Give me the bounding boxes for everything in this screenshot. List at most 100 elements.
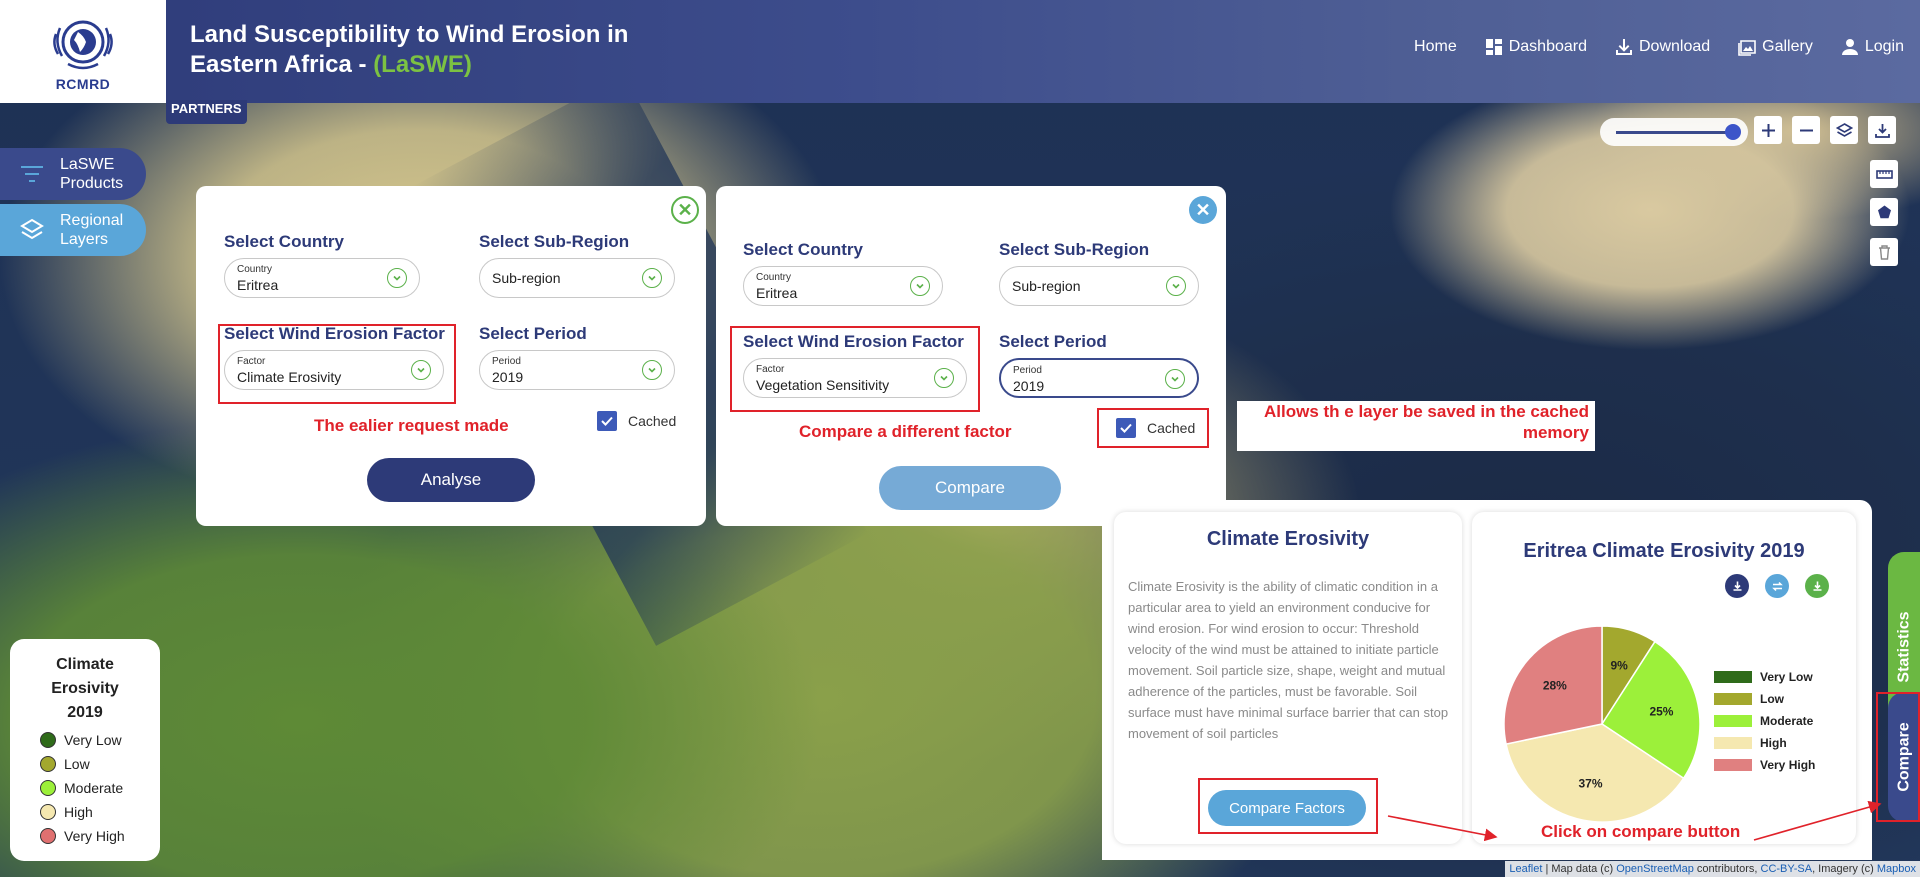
close-icon: ✕ [677, 200, 693, 220]
ruler-icon [1875, 169, 1893, 179]
osm-link[interactable]: OpenStreetMap [1616, 863, 1694, 875]
annotation-cached-line2: memory [1522, 423, 1589, 442]
chart-legend-label: Very Low [1760, 670, 1813, 684]
chevron-down-icon [910, 276, 930, 296]
attribution-map-data: | Map data (c) [1542, 863, 1617, 875]
layer-switch-button[interactable] [1830, 116, 1858, 144]
close-compare-panel-button[interactable]: ✕ [1189, 196, 1217, 224]
draw-polygon-button[interactable] [1870, 198, 1898, 226]
legend-title-line3: 2019 [67, 704, 103, 721]
country-value: Eritrea [237, 277, 279, 293]
period-select[interactable]: Period 2019 [999, 358, 1199, 398]
nav-login[interactable]: Login [1841, 38, 1904, 56]
chart-legend-swatch [1714, 671, 1752, 683]
chevron-down-icon [1166, 276, 1186, 296]
slider-thumb[interactable] [1725, 124, 1741, 140]
period-small-label: Period [492, 356, 521, 367]
annotation-compare-factor: Compare a different factor [799, 422, 1012, 441]
pie-label: 28% [1543, 679, 1567, 693]
nav-dashboard-label: Dashboard [1508, 38, 1587, 55]
nav-gallery[interactable]: Gallery [1738, 38, 1813, 56]
zoom-in-button[interactable] [1754, 116, 1782, 144]
partners-tab[interactable]: PARTNERS [166, 100, 247, 124]
legend-swatch [40, 804, 56, 820]
compare-panel: ✕ Select Country Country Eritrea Select … [716, 186, 1226, 526]
tab-statistics-label: Statistics [1896, 611, 1914, 683]
nav-home-label: Home [1414, 38, 1457, 55]
nav-download[interactable]: Download [1615, 38, 1710, 56]
dashboard-icon [1485, 39, 1502, 55]
trash-icon [1878, 244, 1890, 260]
sidebar-products-label: LaSWE Products [60, 156, 124, 192]
compare-button[interactable]: Compare [879, 466, 1061, 510]
period-select[interactable]: Period 2019 [479, 350, 675, 390]
annotation-box-compare-tab [1876, 692, 1920, 822]
annotation-box-compare-factors [1198, 778, 1378, 834]
annotation-cached-line1: Allows th e layer be saved in the cached [1263, 402, 1589, 421]
nav-download-label: Download [1639, 38, 1711, 55]
chart-swap-button[interactable] [1765, 574, 1789, 598]
swap-icon [1771, 581, 1783, 591]
legend-item-label: Very High [64, 828, 125, 844]
attribution-imagery: , Imagery (c) [1812, 863, 1877, 875]
measure-button[interactable] [1870, 160, 1898, 188]
download-icon [1733, 581, 1741, 591]
leaflet-link[interactable]: Leaflet [1509, 863, 1542, 875]
zoom-out-button[interactable] [1792, 116, 1820, 144]
analyse-button[interactable]: Analyse [367, 458, 535, 502]
app-title: Land Susceptibility to Wind Erosion in E… [190, 20, 710, 80]
subregion-select[interactable]: Sub-region [999, 266, 1199, 306]
pie-label: 9% [1610, 659, 1628, 673]
map-attribution: Leaflet | Map data (c) OpenStreetMap con… [1505, 861, 1920, 877]
opacity-slider[interactable] [1600, 118, 1748, 146]
download-icon [1616, 39, 1632, 55]
legend-item: Moderate [40, 780, 123, 796]
legend-item-label: Moderate [64, 780, 124, 796]
period-value: 2019 [492, 369, 524, 385]
nav-home[interactable]: Home [1414, 38, 1457, 56]
map-download-button[interactable] [1868, 116, 1896, 144]
close-analysis-panel-button[interactable]: ✕ [671, 196, 699, 224]
legend-swatch [40, 828, 56, 844]
slider-track [1616, 131, 1734, 134]
mapbox-link[interactable]: Mapbox [1877, 863, 1916, 875]
legend-title-line1: Climate [56, 656, 114, 673]
subregion-select[interactable]: Sub-region [479, 258, 675, 298]
chevron-down-icon [387, 268, 407, 288]
chevron-down-icon [1165, 369, 1185, 389]
annotation-box-factor [730, 326, 980, 412]
country-select[interactable]: Country Eritrea [743, 266, 943, 306]
legend-title-line2: Erosivity [51, 680, 119, 697]
app-title-accent: (LaSWE) [373, 51, 472, 78]
legend-swatch [40, 780, 56, 796]
check-icon [1120, 423, 1132, 433]
chart-legend-item[interactable]: Very Low [1714, 670, 1813, 684]
nav-dashboard[interactable]: Dashboard [1485, 38, 1587, 56]
legend-item: High [40, 804, 93, 820]
cached-checkbox[interactable] [597, 411, 617, 431]
filter-icon [21, 166, 43, 182]
chevron-down-icon [642, 360, 662, 380]
license-link[interactable]: CC-BY-SA [1761, 863, 1813, 875]
annotation-cached-note: Allows th e layer be saved in the cached… [1237, 401, 1595, 451]
country-value: Eritrea [756, 285, 798, 301]
delete-drawing-button[interactable] [1870, 238, 1898, 266]
download-icon [1874, 123, 1890, 138]
chart-export-button[interactable] [1805, 574, 1829, 598]
legend-item: Low [40, 756, 90, 772]
subregion-value: Sub-region [1012, 278, 1081, 294]
country-select[interactable]: Country Eritrea [224, 258, 420, 298]
subregion-label: Select Sub-Region [999, 240, 1150, 259]
sidebar-regional-layers[interactable]: Regional Layers [0, 204, 146, 256]
map-legend: Climate Erosivity 2019 Very Low Low Mode… [10, 639, 160, 861]
pentagon-icon [1877, 205, 1891, 218]
chart-download-button[interactable] [1725, 574, 1749, 598]
description-title: Climate Erosivity [1206, 528, 1370, 550]
sidebar-laswe-products[interactable]: LaSWE Products [0, 148, 146, 200]
legend-item-label: High [64, 804, 93, 820]
check-icon [601, 416, 613, 426]
cached-checkbox[interactable] [1116, 418, 1136, 438]
export-icon [1813, 581, 1821, 591]
rcmrd-logo[interactable]: RCMRD [0, 0, 166, 103]
nav-login-label: Login [1864, 38, 1904, 55]
